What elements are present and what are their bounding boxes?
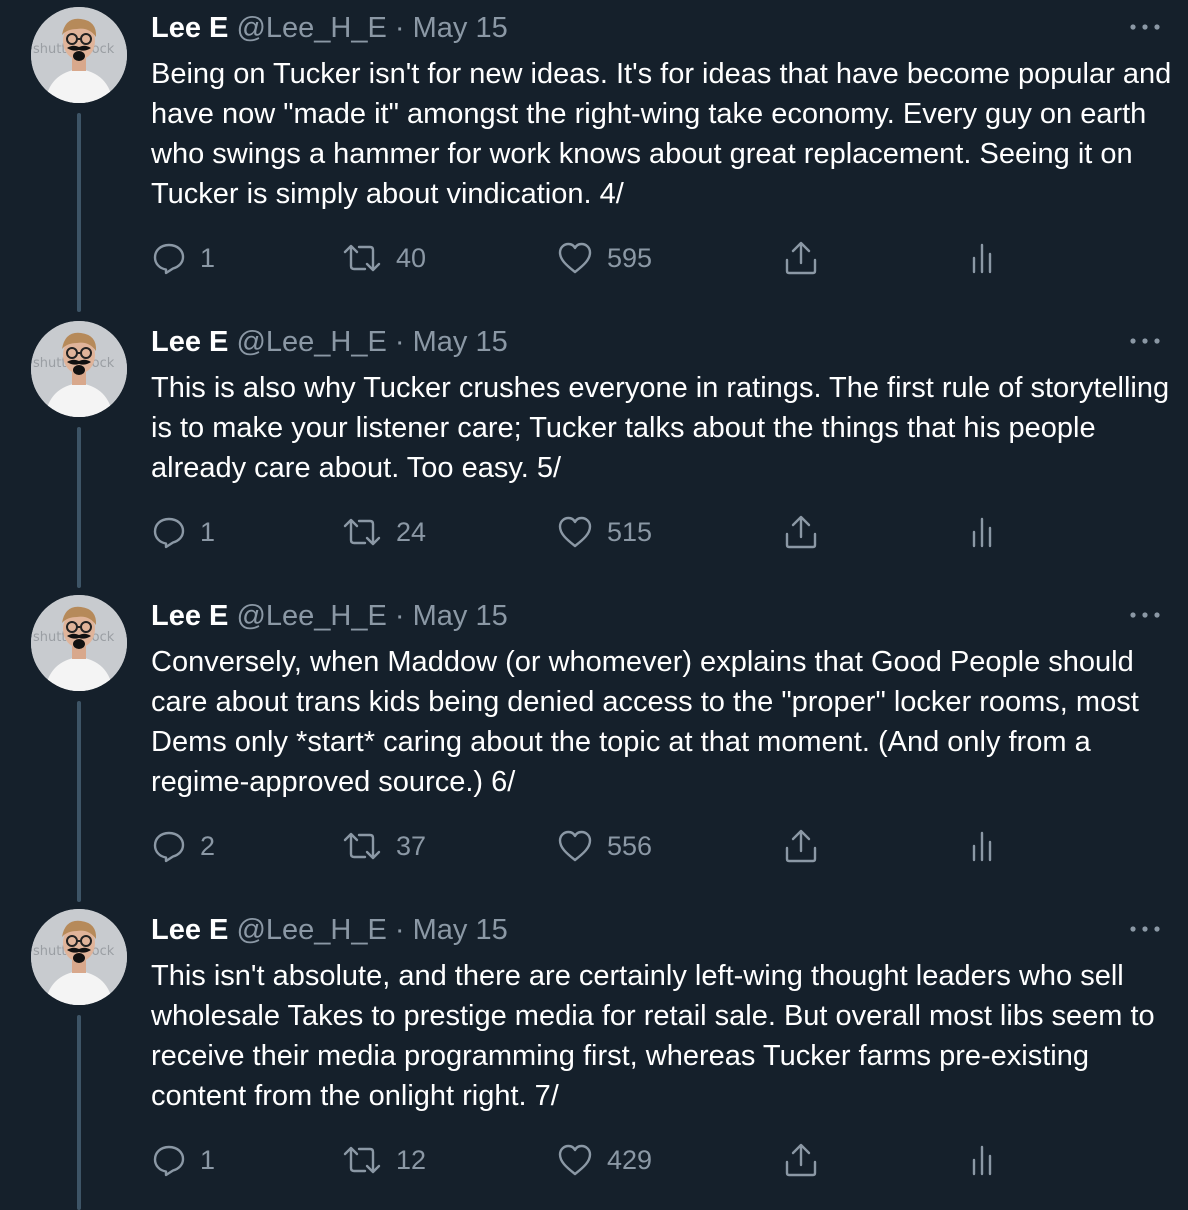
- like-count: 556: [607, 830, 653, 861]
- avatar[interactable]: shutterstock: [31, 909, 127, 1005]
- separator-dot: ·: [394, 12, 405, 44]
- tweet-4[interactable]: shutterstock Lee E @Lee_H_E · May 15 Thi…: [0, 902, 1188, 1210]
- retweet-button[interactable]: 24: [342, 512, 426, 552]
- tweet-header: Lee E @Lee_H_E · May 15: [151, 324, 508, 360]
- tweet-text: Conversely, when Maddow (or whomever) ex…: [151, 646, 1139, 798]
- retweet-icon: [343, 244, 381, 272]
- avatar[interactable]: shutterstock: [31, 7, 127, 103]
- tweet-date[interactable]: May 15: [413, 326, 508, 358]
- tweet-header: Lee E @Lee_H_E · May 15: [151, 912, 508, 948]
- tweet-header: Lee E @Lee_H_E · May 15: [151, 10, 508, 46]
- author-name[interactable]: Lee E: [151, 914, 228, 946]
- reply-icon: [153, 517, 185, 549]
- share-icon: [785, 241, 817, 275]
- like-button[interactable]: 595: [557, 238, 652, 278]
- tweet-header: Lee E @Lee_H_E · May 15: [151, 598, 508, 634]
- reply-icon: [153, 831, 185, 863]
- retweet-icon: [343, 832, 381, 860]
- retweet-button[interactable]: 12: [342, 1140, 426, 1180]
- share-button[interactable]: [783, 1140, 819, 1180]
- tweet-date[interactable]: May 15: [413, 12, 508, 44]
- tweet-actions: 2 37 556: [0, 826, 1188, 866]
- reply-button[interactable]: 1: [152, 512, 215, 552]
- author-handle[interactable]: @Lee_H_E: [236, 12, 386, 44]
- tweet-text: This is also why Tucker crushes everyone…: [151, 372, 1170, 484]
- reply-button[interactable]: 1: [152, 1140, 215, 1180]
- analytics-button[interactable]: [970, 826, 994, 866]
- reply-button[interactable]: 1: [152, 238, 215, 278]
- share-icon: [785, 829, 817, 863]
- analytics-button[interactable]: [970, 238, 994, 278]
- share-button[interactable]: [783, 512, 819, 552]
- share-icon: [785, 515, 817, 549]
- thread-connector-line: [77, 701, 81, 902]
- author-name[interactable]: Lee E: [151, 600, 228, 632]
- tweet-3[interactable]: shutterstock Lee E @Lee_H_E · May 15 Con…: [0, 588, 1188, 902]
- like-button[interactable]: 556: [557, 826, 652, 866]
- share-button[interactable]: [783, 238, 819, 278]
- like-count: 595: [607, 242, 653, 273]
- avatar[interactable]: shutterstock: [31, 595, 127, 691]
- analytics-button[interactable]: [970, 1140, 994, 1180]
- thread-connector-line: [77, 1015, 81, 1210]
- retweet-count: 12: [396, 1144, 427, 1175]
- share-icon: [785, 1143, 817, 1177]
- heart-icon: [558, 830, 592, 862]
- more-dots-icon[interactable]: [1128, 922, 1162, 936]
- author-name[interactable]: Lee E: [151, 12, 228, 44]
- tweet-2[interactable]: shutterstock Lee E @Lee_H_E · May 15 Thi…: [0, 314, 1188, 588]
- like-button[interactable]: 429: [557, 1140, 652, 1180]
- retweet-icon: [343, 518, 381, 546]
- tweet-date[interactable]: May 15: [413, 914, 508, 946]
- analytics-icon: [972, 1145, 992, 1176]
- reply-count: 1: [200, 1144, 216, 1175]
- reply-count: 1: [200, 242, 216, 273]
- retweet-count: 37: [396, 830, 427, 861]
- thread-connector-line: [77, 427, 81, 588]
- reply-count: 1: [200, 516, 216, 547]
- retweet-count: 24: [396, 516, 427, 547]
- more-dots-icon[interactable]: [1128, 608, 1162, 622]
- tweet-text: Being on Tucker isn't for new ideas. It'…: [151, 58, 1172, 210]
- retweet-count: 40: [396, 242, 427, 273]
- tweet-actions: 1 12 429: [0, 1140, 1188, 1180]
- more-dots-icon[interactable]: [1128, 334, 1162, 348]
- more-dots-icon[interactable]: [1128, 20, 1162, 34]
- tweet-actions: 1 40 595: [0, 238, 1188, 278]
- separator-dot: ·: [394, 326, 405, 358]
- tweet-actions: 1 24 515: [0, 512, 1188, 552]
- retweet-button[interactable]: 40: [342, 238, 426, 278]
- analytics-icon: [972, 831, 992, 862]
- author-handle[interactable]: @Lee_H_E: [236, 600, 386, 632]
- tweet-date[interactable]: May 15: [413, 600, 508, 632]
- like-count: 515: [607, 516, 653, 547]
- tweet-text: This isn't absolute, and there are certa…: [151, 960, 1155, 1112]
- like-button[interactable]: 515: [557, 512, 652, 552]
- author-handle[interactable]: @Lee_H_E: [236, 326, 386, 358]
- like-count: 429: [607, 1144, 653, 1175]
- avatar[interactable]: shutterstock: [31, 321, 127, 417]
- separator-dot: ·: [394, 914, 405, 946]
- reply-icon: [153, 1145, 185, 1177]
- analytics-icon: [972, 517, 992, 548]
- reply-count: 2: [200, 830, 216, 861]
- heart-icon: [558, 516, 592, 548]
- reply-button[interactable]: 2: [152, 826, 215, 866]
- thread-connector-line: [77, 113, 81, 312]
- reply-icon: [153, 243, 185, 275]
- author-handle[interactable]: @Lee_H_E: [236, 914, 386, 946]
- share-button[interactable]: [783, 826, 819, 866]
- retweet-icon: [343, 1146, 381, 1174]
- tweet-1[interactable]: shutterstock Lee E @Lee_H_E · May 15 Bei…: [0, 0, 1188, 314]
- heart-icon: [558, 1144, 592, 1176]
- retweet-button[interactable]: 37: [342, 826, 426, 866]
- author-name[interactable]: Lee E: [151, 326, 228, 358]
- heart-icon: [558, 242, 592, 274]
- separator-dot: ·: [394, 600, 405, 632]
- analytics-icon: [972, 243, 992, 274]
- analytics-button[interactable]: [970, 512, 994, 552]
- tweet-thread: shutterstock Lee E @Lee_H_E · May 15 Bei…: [0, 0, 1188, 1210]
